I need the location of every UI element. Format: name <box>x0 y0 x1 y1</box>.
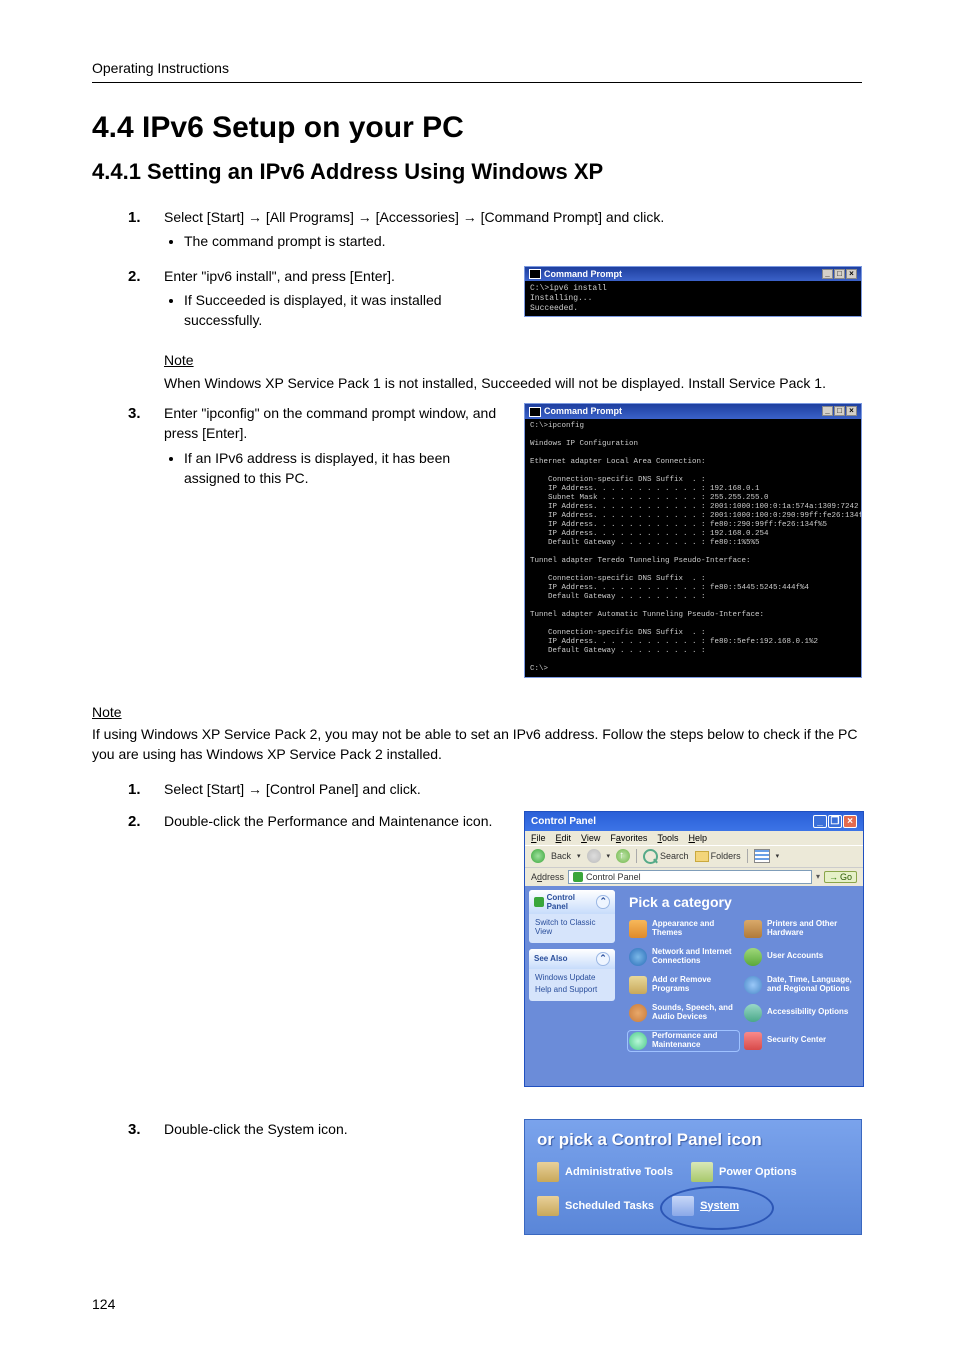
help-support-link[interactable]: Help and Support <box>535 985 609 994</box>
admin-tools-icon <box>537 1162 559 1182</box>
back-icon[interactable] <box>531 849 545 863</box>
scheduled-icon <box>537 1196 559 1216</box>
step-number: 1. <box>92 207 164 256</box>
category-users[interactable]: User Accounts <box>744 948 853 966</box>
windows-update-link[interactable]: Windows Update <box>535 973 609 982</box>
network-icon <box>629 948 647 966</box>
minimize-icon[interactable]: _ <box>822 269 833 279</box>
category-accessibility[interactable]: Accessibility Options <box>744 1004 853 1022</box>
step-bullet: The command prompt is started. <box>184 231 862 251</box>
category-network[interactable]: Network and Internet Connections <box>629 948 738 966</box>
close-icon[interactable]: × <box>846 406 857 416</box>
minimize-icon[interactable]: _ <box>813 815 827 828</box>
step-text: Select [Start] → [Control Panel] and cli… <box>164 779 862 799</box>
category-security[interactable]: Security Center <box>744 1032 853 1050</box>
menu-view[interactable]: View <box>581 833 600 843</box>
forward-icon[interactable] <box>587 849 601 863</box>
note-body: If using Windows XP Service Pack 2, you … <box>92 724 862 765</box>
sounds-icon <box>629 1004 647 1022</box>
step-text: Enter "ipconfig" on the command prompt w… <box>164 403 508 444</box>
command-prompt-window: Command Prompt _ □ × C:\>ipconfig Window… <box>524 403 862 678</box>
running-header: Operating Instructions <box>92 60 862 76</box>
menu-favorites[interactable]: Favorites <box>610 833 647 843</box>
step-number: 1. <box>92 779 164 801</box>
datetime-icon <box>744 976 762 994</box>
users-icon <box>744 948 762 966</box>
step-bullet: If Succeeded is displayed, it was instal… <box>184 290 508 331</box>
category-performance[interactable]: Performance and Maintenance <box>629 1032 738 1050</box>
note-label: Note <box>164 350 194 370</box>
category-add-remove[interactable]: Add or Remove Programs <box>629 976 738 994</box>
step-number: 2. <box>92 811 164 833</box>
system-icon-item[interactable]: System <box>672 1196 739 1216</box>
maximize-icon[interactable]: □ <box>834 269 845 279</box>
category-printers[interactable]: Printers and Other Hardware <box>744 920 853 938</box>
step-text: Select [Start] → [All Programs] → [Acces… <box>164 207 862 227</box>
up-icon[interactable]: ↑ <box>616 849 630 863</box>
step-number: 3. <box>92 1119 164 1141</box>
menu-edit[interactable]: Edit <box>556 833 572 843</box>
collapse-icon[interactable]: ⌃ <box>596 895 610 909</box>
note-label: Note <box>92 702 122 722</box>
minimize-icon[interactable]: _ <box>822 406 833 416</box>
power-icon <box>691 1162 713 1182</box>
menu-bar: File Edit View Favorites Tools Help <box>525 831 863 845</box>
highlight-ring <box>660 1186 774 1230</box>
category-date-time[interactable]: Date, Time, Language, and Regional Optio… <box>744 976 853 994</box>
side-panel-title: See Also <box>534 954 568 963</box>
addremove-icon <box>629 976 647 994</box>
step-text: Double-click the Performance and Mainten… <box>164 811 508 831</box>
back-button[interactable]: Back <box>551 851 571 861</box>
maximize-icon[interactable]: ❐ <box>828 815 842 828</box>
collapse-icon[interactable]: ⌃ <box>596 952 610 966</box>
toolbar: Back▾ ▾ ↑ Search Folders ▾ <box>525 845 863 867</box>
console-output: C:\>ipv6 install Installing... Succeeded… <box>525 281 861 316</box>
views-icon[interactable] <box>754 849 770 863</box>
header-rule <box>92 82 862 83</box>
printers-icon <box>744 920 762 938</box>
step-text: Enter "ipv6 install", and press [Enter]. <box>164 266 508 286</box>
menu-file[interactable]: File <box>531 833 546 843</box>
folders-button[interactable]: Folders <box>695 851 741 862</box>
command-prompt-window: Command Prompt _ □ × C:\>ipv6 install In… <box>524 266 862 318</box>
step-number: 3. <box>92 403 164 492</box>
address-label: Address <box>531 872 564 882</box>
appearance-icon <box>629 920 647 938</box>
control-panel-icons-region: or pick a Control Panel icon Administrat… <box>524 1119 862 1235</box>
step-number: 2. <box>92 266 164 335</box>
control-panel-window: Control Panel _ ❐ × File Edit View Favor… <box>524 811 864 1087</box>
search-icon[interactable]: Search <box>643 849 689 864</box>
category-appearance[interactable]: Appearance and Themes <box>629 920 738 938</box>
page-number: 124 <box>92 1296 115 1312</box>
menu-tools[interactable]: Tools <box>657 833 678 843</box>
window-title: Command Prompt <box>529 406 622 417</box>
address-field[interactable]: Control Panel <box>568 870 812 884</box>
power-options-icon-item[interactable]: Power Options <box>691 1162 797 1182</box>
admin-tools-icon-item[interactable]: Administrative Tools <box>537 1162 673 1182</box>
console-output: C:\>ipconfig Windows IP Configuration Et… <box>525 419 861 677</box>
window-title: Control Panel <box>531 816 596 827</box>
menu-help[interactable]: Help <box>688 833 707 843</box>
pick-icon-heading: or pick a Control Panel icon <box>537 1130 849 1150</box>
pick-category-heading: Pick a category <box>629 894 853 910</box>
close-icon[interactable]: × <box>843 815 857 828</box>
security-icon <box>744 1032 762 1050</box>
category-sounds[interactable]: Sounds, Speech, and Audio Devices <box>629 1004 738 1022</box>
accessibility-icon <box>744 1004 762 1022</box>
step-text: Double-click the System icon. <box>164 1119 508 1139</box>
section-heading: 4.4 IPv6 Setup on your PC <box>92 111 862 145</box>
go-button[interactable]: →Go <box>824 871 857 883</box>
performance-icon <box>629 1032 647 1050</box>
side-panel-title: Control Panel <box>547 893 597 911</box>
step-bullet: If an IPv6 address is displayed, it has … <box>184 448 508 489</box>
close-icon[interactable]: × <box>846 269 857 279</box>
maximize-icon[interactable]: □ <box>834 406 845 416</box>
note-body: When Windows XP Service Pack 1 is not in… <box>164 373 862 393</box>
subsection-heading: 4.4.1 Setting an IPv6 Address Using Wind… <box>92 159 862 185</box>
window-title: Command Prompt <box>529 269 622 280</box>
scheduled-tasks-icon-item[interactable]: Scheduled Tasks <box>537 1196 654 1216</box>
switch-classic-link[interactable]: Switch to Classic View <box>535 918 609 936</box>
